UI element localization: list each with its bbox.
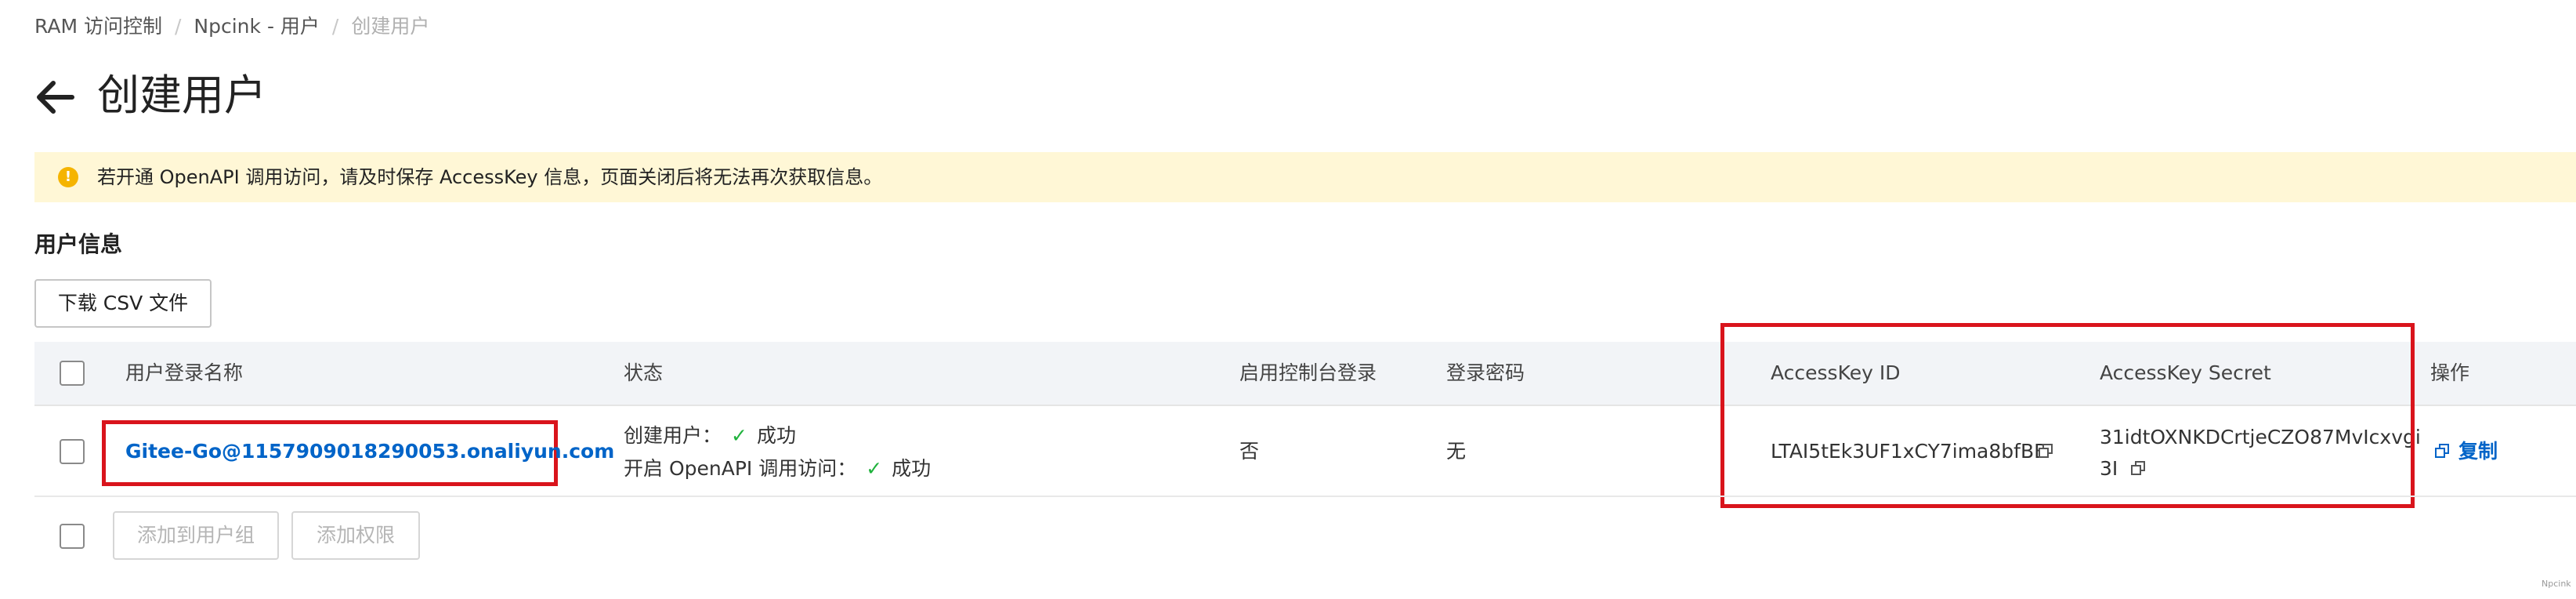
breadcrumb-item-ram[interactable]: RAM 访问控制 — [34, 15, 162, 38]
add-to-group-button[interactable]: 添加到用户组 — [113, 511, 279, 560]
breadcrumb-separator: / — [331, 15, 339, 38]
add-permission-button[interactable]: 添加权限 — [291, 511, 420, 560]
check-icon: ✓ — [866, 457, 883, 480]
warning-alert: 若开通 OpenAPI 调用访问，请及时保存 AccessKey 信息，页面关闭… — [34, 152, 2576, 202]
header-password: 登录密码 — [1446, 361, 1525, 384]
header-login-name: 用户登录名称 — [125, 361, 244, 384]
row-checkbox[interactable] — [60, 439, 85, 464]
login-name-link[interactable]: Gitee-Go@1157909018290053.onaliyun.com — [125, 437, 614, 466]
status-line-openapi: 开启 OpenAPI 调用访问： ✓ 成功 — [624, 455, 931, 483]
check-icon: ✓ — [731, 424, 747, 447]
row-divider — [34, 496, 2576, 497]
status-label: 开启 OpenAPI 调用访问： — [624, 457, 857, 480]
status-label: 创建用户： — [624, 424, 722, 447]
select-all-checkbox[interactable] — [60, 361, 85, 386]
access-key-highlight — [1720, 323, 2415, 508]
watermark: Npcink — [2542, 579, 2571, 589]
page-title: 创建用户 — [97, 71, 266, 120]
status-result: 成功 — [756, 424, 796, 447]
password-value: 无 — [1446, 440, 1467, 463]
warning-circle-icon — [58, 167, 78, 187]
header-actions: 操作 — [2430, 361, 2470, 384]
alert-text: 若开通 OpenAPI 调用访问，请及时保存 AccessKey 信息，页面关闭… — [97, 166, 883, 188]
arrow-left-icon[interactable] — [34, 74, 75, 121]
header-status: 状态 — [624, 361, 664, 384]
header-console-login: 启用控制台登录 — [1239, 361, 1377, 384]
download-csv-button[interactable]: 下载 CSV 文件 — [34, 279, 212, 328]
status-line-create-user: 创建用户： ✓ 成功 — [624, 422, 796, 450]
breadcrumb-separator: / — [174, 15, 182, 38]
breadcrumb-item-users[interactable]: Npcink - 用户 — [194, 15, 320, 38]
section-title: 用户信息 — [34, 231, 123, 257]
breadcrumb: RAM 访问控制 / Npcink - 用户 / 创建用户 — [34, 13, 429, 41]
copy-icon[interactable] — [2435, 444, 2449, 458]
breadcrumb-item-current: 创建用户 — [351, 15, 430, 38]
copy-button[interactable]: 复制 — [2458, 437, 2498, 466]
footer-select-checkbox[interactable] — [60, 524, 85, 549]
status-result: 成功 — [892, 457, 932, 480]
console-login-value: 否 — [1239, 440, 1260, 463]
